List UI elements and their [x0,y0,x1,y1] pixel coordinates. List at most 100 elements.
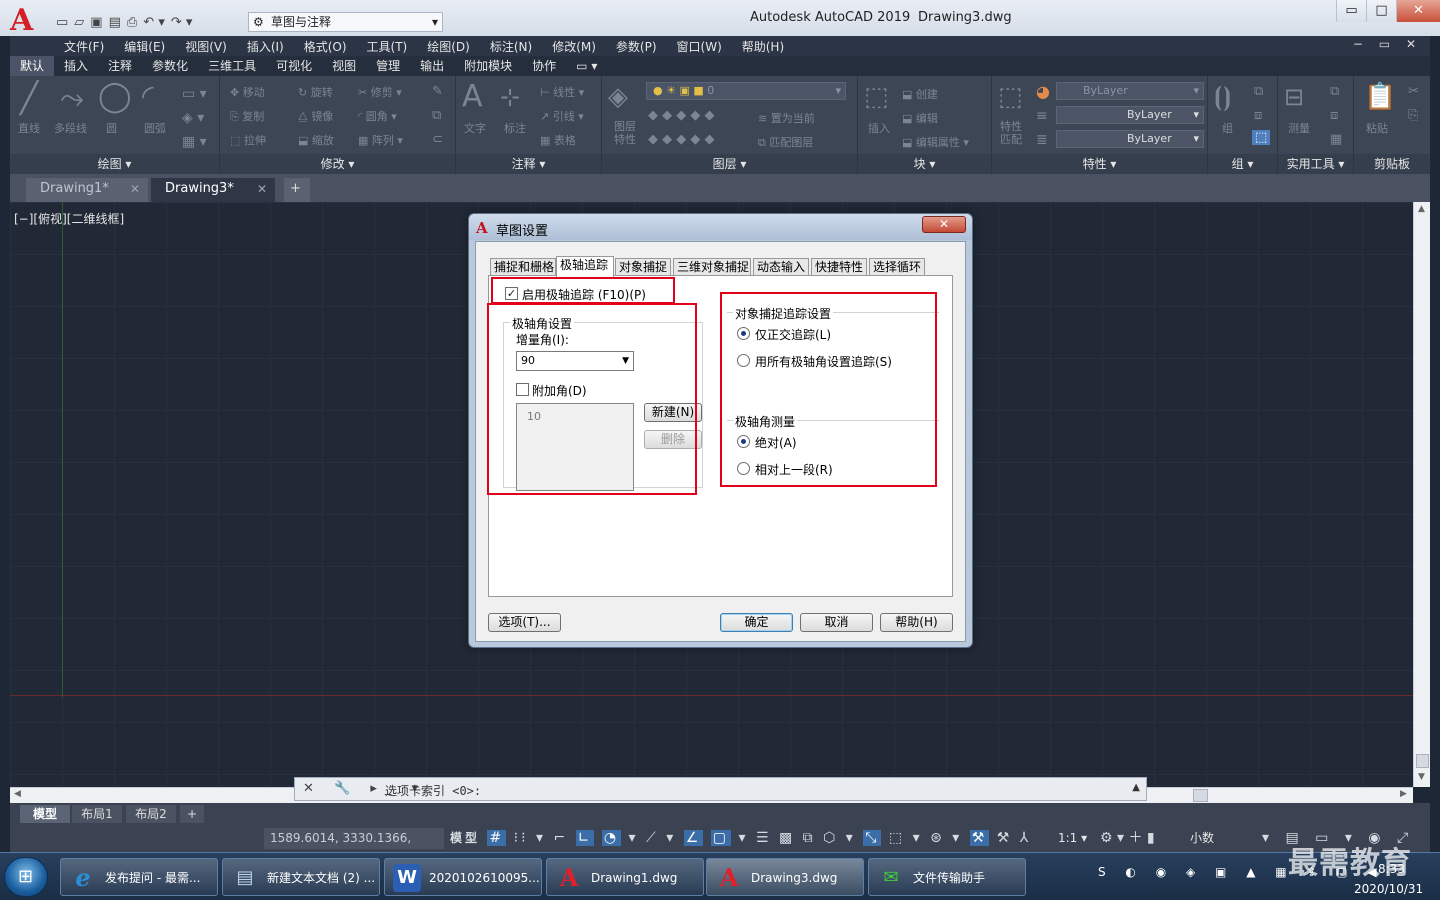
start-button[interactable]: ⊞ [4,857,48,897]
explode-icon[interactable]: ⧉ [432,108,441,123]
lineweight-toggle-icon[interactable]: ☰ [756,830,772,846]
autocad-logo-button[interactable]: A [10,6,50,36]
tab-selection-cycling[interactable]: 选择循环 [869,258,925,276]
ribbon-tab-manage[interactable]: 管理 [366,56,410,76]
chevron-up-icon[interactable]: ▲ [1132,782,1140,793]
edit-block-button[interactable]: ⬓ 编辑 [902,110,938,126]
polar-dropdown-icon[interactable]: ▾ [629,830,639,846]
panel-draw-title[interactable]: 绘图 ▾ [10,154,219,174]
menu-dimension[interactable]: 标注(N) [490,38,532,55]
insert-block-button[interactable]: 插入 [868,120,890,136]
mirror-button[interactable]: ⧋ 镜像 [298,108,333,124]
panel-modify-title[interactable]: 修改 ▾ [220,154,455,174]
close-window-button[interactable]: ✕ [1396,0,1440,22]
gizmo-icon[interactable]: ⊛ ▾ [930,830,962,846]
ribbon-options-icon[interactable]: ▭ ▾ [566,56,607,76]
stretch-button[interactable]: ⬚ 拉伸 [230,132,266,148]
move-button[interactable]: ✥ 移动 [230,84,265,100]
save-as-icon[interactable]: ▤ [109,15,121,30]
rectangle-icon[interactable]: ▭ ▾ [182,86,207,102]
layer-select[interactable]: ● ☀ ▣ ■ 0 ▾ [646,82,846,100]
cut-icon[interactable]: ✂ [1408,84,1419,99]
doc-tab-drawing3[interactable]: Drawing3* ✕ [151,178,275,202]
add-layout-button[interactable]: + [180,805,204,823]
measure-button[interactable]: 测量 [1288,120,1310,136]
polar-icon[interactable]: ◔ [601,830,622,846]
menu-edit[interactable]: 编辑(E) [124,38,165,55]
panel-layers-title[interactable]: 图层 ▾ [602,154,857,174]
draw-arc-button[interactable]: 圆弧 [144,120,166,136]
viewport-controls[interactable]: [−][俯视][二维线框] [14,210,124,227]
layout-tab-model[interactable]: 模型 [20,805,70,823]
menu-modify[interactable]: 修改(M) [552,38,596,55]
vertical-scrollbar[interactable]: ▲ ▼ [1413,202,1430,787]
osnap-dropdown-icon[interactable]: ▾ [738,830,748,846]
fillet-button[interactable]: ◜ 圆角 ▾ [358,108,397,124]
erase-icon[interactable]: ✎ [432,84,443,99]
ribbon-tab-default[interactable]: 默认 [10,56,55,76]
snap-icon[interactable]: ⁝⁝ ▾ [514,830,546,846]
annotation-scale-icon[interactable]: ⅄ [1020,830,1032,846]
help-button[interactable]: 帮助(H) [880,613,953,632]
maximize-button[interactable]: □ [1366,0,1396,22]
horizontal-scroll-thumb[interactable] [1193,789,1208,802]
menu-window[interactable]: 窗口(W) [677,38,722,55]
selection-cycling-icon[interactable]: ⧉ [803,830,816,846]
draw-line-button[interactable]: 直线 [18,120,40,136]
group-button[interactable]: 组 [1222,120,1233,136]
dimension-button[interactable]: 标注 [504,120,526,136]
undo-icon[interactable]: ↶ ▾ [143,15,165,30]
layer-properties-button[interactable]: 图层特性 [614,120,644,146]
open-file-icon[interactable]: ▱ [74,15,84,30]
rotate-button[interactable]: ↻ 旋转 [298,84,333,100]
layer-tools-icons-row2[interactable]: ◆ ◆ ◆ ◆ ◆ [648,132,715,147]
layout-tab-layout2[interactable]: 布局2 [126,805,176,823]
paste-button[interactable]: 粘贴 [1366,120,1388,136]
copy-clip-icon[interactable]: ⎘ [1408,108,1418,123]
tab-dynamic-input[interactable]: 动态输入 [753,258,809,276]
new-file-icon[interactable]: ▭ [56,15,68,30]
panel-clipboard-title[interactable]: 剪贴板 [1354,154,1430,174]
scroll-down-icon[interactable]: ▼ [1418,772,1425,782]
tab-snap-grid[interactable]: 捕捉和栅格 [490,258,556,276]
task-drawing1[interactable]: A Drawing1.dwg [546,858,704,896]
clock-date[interactable]: 2020/10/31 [1354,882,1423,896]
model-space-button[interactable]: 模型 [450,831,480,845]
quick-select-icon[interactable]: ⧉ [1330,84,1339,99]
auto-scale-icon[interactable]: ⚒ [997,830,1013,846]
3d-osnap-icon[interactable]: ⬡ ▾ [823,830,856,846]
task-browser[interactable]: e 发布提问 - 最需... [60,858,218,896]
units-label[interactable]: 小数 [1190,828,1214,849]
vertical-scroll-thumb[interactable] [1416,754,1429,768]
offset-icon[interactable]: ⊂ [432,132,443,147]
ribbon-tab-output[interactable]: 输出 [410,56,454,76]
edit-attributes-button[interactable]: ⬓ 编辑属性 ▾ [902,134,969,150]
color-select[interactable]: ByLayer ▾ [1056,82,1204,100]
workspace-settings-icons[interactable]: ⚙ ▾ ＋ ▮ [1100,828,1155,849]
workspace-select[interactable]: ⚙ 草图与注释 ▾ [248,12,443,32]
set-current-button[interactable]: ≋ 置为当前 [758,110,815,126]
cancel-button[interactable]: 取消 [800,613,873,632]
create-block-button[interactable]: ⬓ 创建 [902,86,938,102]
ribbon-tab-visualize[interactable]: 可视化 [266,56,322,76]
group-edit-icon[interactable]: ⧈ [1254,108,1262,123]
menu-file[interactable]: 文件(F) [64,38,104,55]
coordinate-readout[interactable]: 1589.6014, 3330.1366, 0.0000 [264,828,444,866]
draw-polyline-button[interactable]: 多段线 [54,120,87,136]
annotation-visibility-icon[interactable]: ⚒ [969,830,990,846]
text-button[interactable]: 文字 [464,120,486,136]
task-word[interactable]: W 2020102610095... [384,858,542,896]
panel-utilities-title[interactable]: 实用工具 ▾ [1278,154,1353,174]
ribbon-tab-annotate[interactable]: 注释 [98,56,142,76]
save-icon[interactable]: ▣ [90,15,102,30]
hatch-icon[interactable]: ◈ ▾ [182,110,204,126]
copy-button[interactable]: ⎘ 复制 [230,108,264,124]
ribbon-tab-collaborate[interactable]: 协作 [522,56,566,76]
menu-tools[interactable]: 工具(T) [367,38,408,55]
redo-icon[interactable]: ↷ ▾ [171,15,193,30]
transparency-icon[interactable]: ▩ [779,830,795,846]
scroll-up-icon[interactable]: ▲ [1418,204,1425,214]
tab-object-snap[interactable]: 对象捕捉 [615,258,671,276]
annotation-scale-select[interactable]: 1:1 ▾ [1058,828,1087,849]
tab-quick-properties[interactable]: 快捷特性 [811,258,867,276]
